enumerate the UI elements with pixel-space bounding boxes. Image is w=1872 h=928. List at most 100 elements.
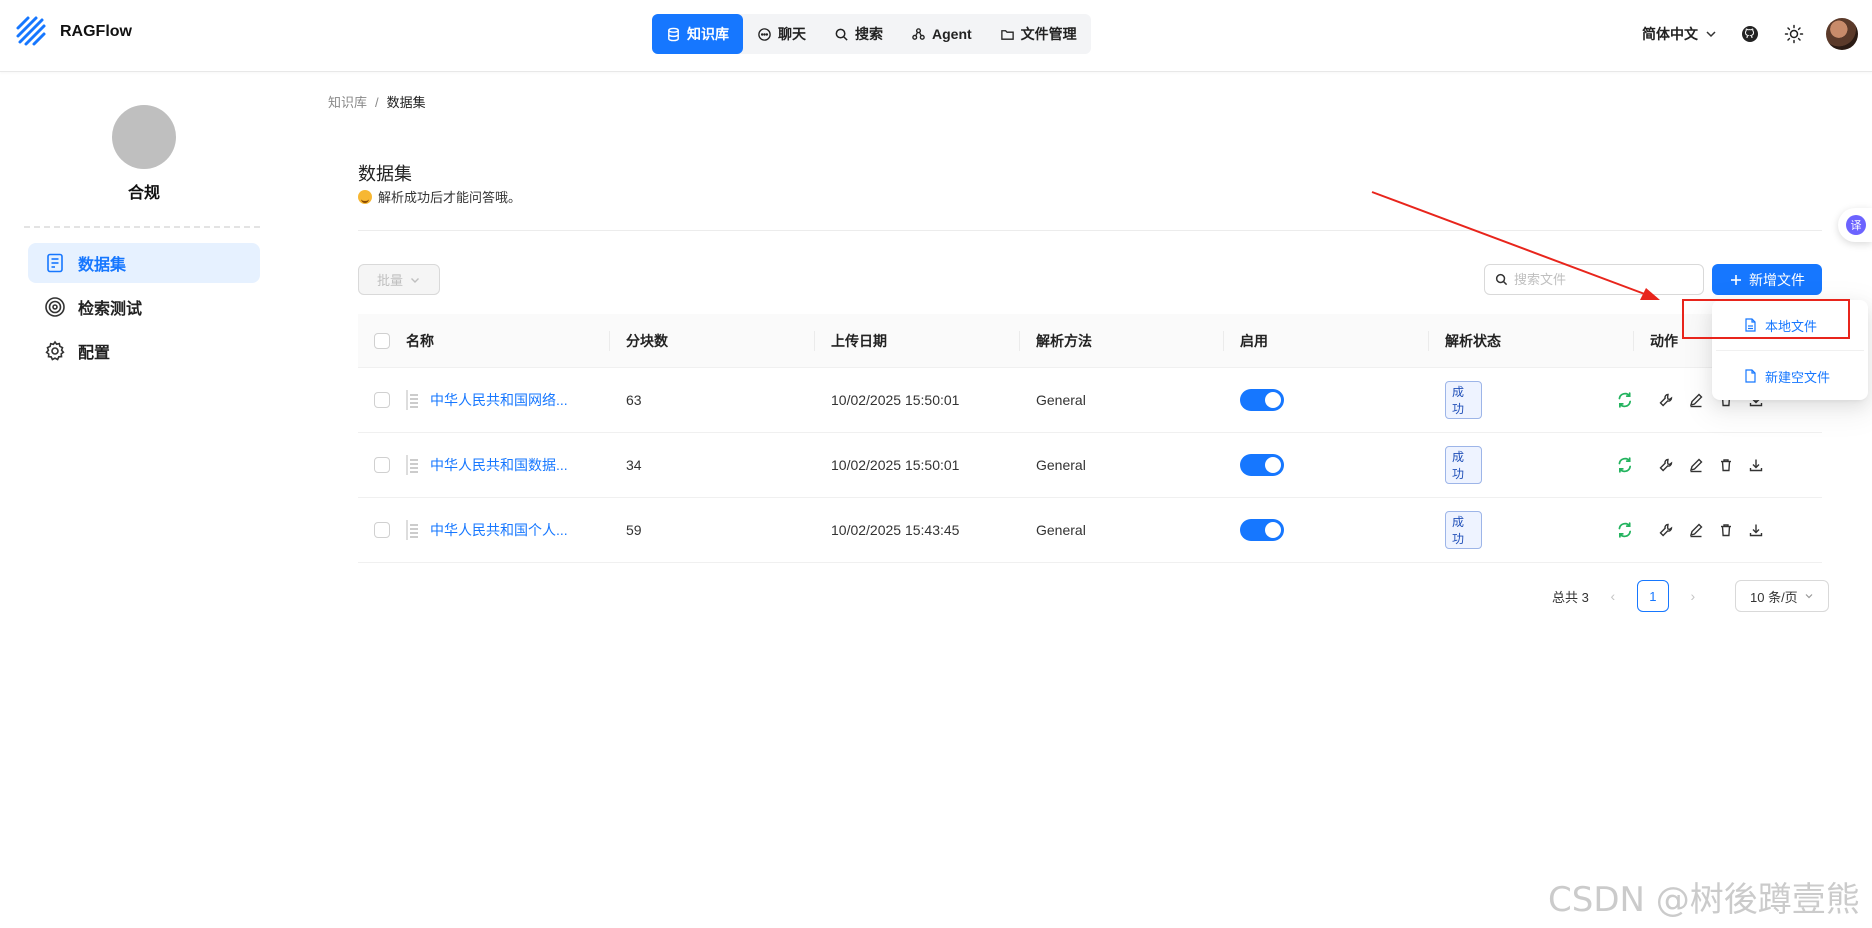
smile-emoji-icon (358, 189, 372, 204)
language-select[interactable]: 简体中文 (1642, 24, 1718, 44)
delete-icon[interactable] (1718, 522, 1734, 538)
file-thumbnail-icon (406, 455, 420, 475)
page-title: 数据集 (358, 164, 412, 184)
reparse-refresh-icon[interactable] (1616, 521, 1634, 539)
header-actions: 简体中文 (1642, 18, 1858, 50)
status-badge: 成功 (1445, 446, 1483, 484)
page-size-select[interactable]: 10 条/页 (1734, 580, 1829, 612)
download-icon[interactable] (1748, 457, 1764, 473)
tool-icon[interactable] (1658, 457, 1674, 473)
reparse-refresh-icon[interactable] (1616, 391, 1634, 409)
download-icon[interactable] (1748, 522, 1764, 538)
nav-item-agent[interactable]: Agent (897, 14, 986, 54)
sidebar-item-retrieval-test[interactable]: 检索测试 (28, 287, 260, 327)
file-name-link[interactable]: 中华人民共和国个人... (430, 520, 568, 540)
chevron-down-icon (411, 277, 419, 283)
batch-label: 批量 (376, 273, 403, 288)
edit-icon[interactable] (1688, 392, 1704, 408)
breadcrumb-current: 数据集 (386, 95, 426, 110)
column-header-upload-date[interactable]: 上传日期 (815, 314, 1020, 368)
enable-cell (1224, 433, 1429, 498)
database-icon (668, 27, 679, 41)
reparse-refresh-icon[interactable] (1616, 456, 1634, 474)
select-all-checkbox[interactable] (374, 332, 390, 349)
add-file-label: 新增文件 (1749, 271, 1805, 288)
nav-item-chat[interactable]: 聊天 (743, 14, 820, 54)
sidebar-item-dataset[interactable]: 数据集 (28, 243, 260, 283)
enable-toggle[interactable] (1240, 454, 1284, 476)
github-icon (1742, 26, 1758, 42)
parse-method[interactable]: General (1020, 368, 1224, 433)
table-header: 名称 分块数 上传日期 解析方法 启用 解析状态 动作 (358, 314, 1822, 368)
knowledge-base-sidebar: 合规 数据集 检索测试 配置 (0, 73, 288, 928)
content-divider (358, 230, 1822, 231)
github-button[interactable] (1738, 22, 1762, 46)
next-page-button[interactable]: › (1683, 588, 1703, 604)
translate-icon: 译 (1846, 215, 1866, 235)
row-checkbox[interactable] (374, 392, 390, 408)
status-badge: 成功 (1445, 511, 1483, 549)
batch-button[interactable]: 批量 (358, 264, 440, 295)
row-checkbox[interactable] (374, 522, 390, 538)
sun-icon (1784, 24, 1804, 44)
actions-cell (1634, 433, 1822, 498)
column-header-enabled[interactable]: 启用 (1224, 314, 1429, 368)
sidebar-item-config[interactable]: 配置 (28, 331, 260, 371)
brand-logo[interactable]: RAGFlow (14, 14, 132, 50)
agent-icon (912, 27, 925, 40)
chevron-down-icon (1706, 31, 1716, 38)
nav-item-file-management[interactable]: 文件管理 (986, 14, 1091, 54)
add-file-button[interactable]: 新增文件 (1712, 264, 1822, 295)
breadcrumb: 知识库 / 数据集 (328, 92, 426, 111)
enable-cell (1224, 368, 1429, 433)
enable-cell (1224, 498, 1429, 563)
upload-date: 10/02/2025 15:50:01 (831, 457, 960, 473)
chat-icon (758, 27, 771, 41)
column-header-chunks[interactable]: 分块数 (610, 314, 815, 368)
edit-icon[interactable] (1688, 457, 1704, 473)
pagination: 总共 3 ‹ 1 › 10 条/页 (1552, 580, 1829, 612)
column-header-parse-method[interactable]: 解析方法 (1020, 314, 1224, 368)
breadcrumb-separator: / (375, 95, 379, 110)
nav-label: 聊天 (778, 26, 806, 42)
nav-item-knowledge-base[interactable]: 知识库 (652, 14, 743, 54)
translate-widget[interactable]: 译 (1838, 208, 1872, 242)
tool-icon[interactable] (1658, 392, 1674, 408)
delete-icon[interactable] (1718, 457, 1734, 473)
column-label: 动作 (1650, 332, 1678, 349)
edit-icon[interactable] (1688, 522, 1704, 538)
file-search[interactable] (1484, 264, 1704, 295)
user-avatar[interactable] (1826, 18, 1858, 50)
parse-method[interactable]: General (1020, 498, 1224, 563)
column-header-name[interactable]: 名称 (406, 314, 610, 368)
enable-toggle[interactable] (1240, 389, 1284, 411)
prev-page-button[interactable]: ‹ (1603, 588, 1623, 604)
sidebar-item-label: 数据集 (78, 257, 127, 274)
chunk-count: 34 (626, 457, 642, 473)
annotation-highlight-box (1682, 299, 1850, 339)
pagination-total: 总共 3 (1552, 589, 1589, 605)
page-number[interactable]: 1 (1636, 580, 1669, 612)
page-size-label: 10 条/页 (1750, 589, 1798, 605)
breadcrumb-root[interactable]: 知识库 (328, 95, 367, 110)
nav-label: Agent (932, 26, 972, 42)
parse-method[interactable]: General (1020, 433, 1224, 498)
select-all-cell (358, 314, 406, 368)
file-name-cell: 中华人民共和国网络... (406, 368, 610, 433)
theme-toggle-button[interactable] (1782, 22, 1806, 46)
status-cell: 成功 (1429, 368, 1634, 433)
file-name-cell: 中华人民共和国数据... (406, 433, 610, 498)
row-checkbox[interactable] (374, 457, 390, 473)
watermark: CSDN @树後蹲壹熊 (1548, 880, 1860, 920)
file-name-link[interactable]: 中华人民共和国网络... (430, 390, 568, 410)
search-input[interactable] (1514, 272, 1694, 287)
file-name-link[interactable]: 中华人民共和国数据... (430, 455, 568, 475)
nav-item-search[interactable]: 搜索 (820, 14, 897, 54)
column-label: 解析状态 (1445, 332, 1501, 349)
main-nav: 知识库 聊天 搜索 Agent 文件管理 (652, 14, 1091, 54)
enable-toggle[interactable] (1240, 519, 1284, 541)
column-header-parse-status[interactable]: 解析状态 (1429, 314, 1634, 368)
plus-icon (1731, 274, 1741, 285)
tool-icon[interactable] (1658, 522, 1674, 538)
menu-item-new-empty-file[interactable]: 新建空文件 (1712, 356, 1868, 396)
